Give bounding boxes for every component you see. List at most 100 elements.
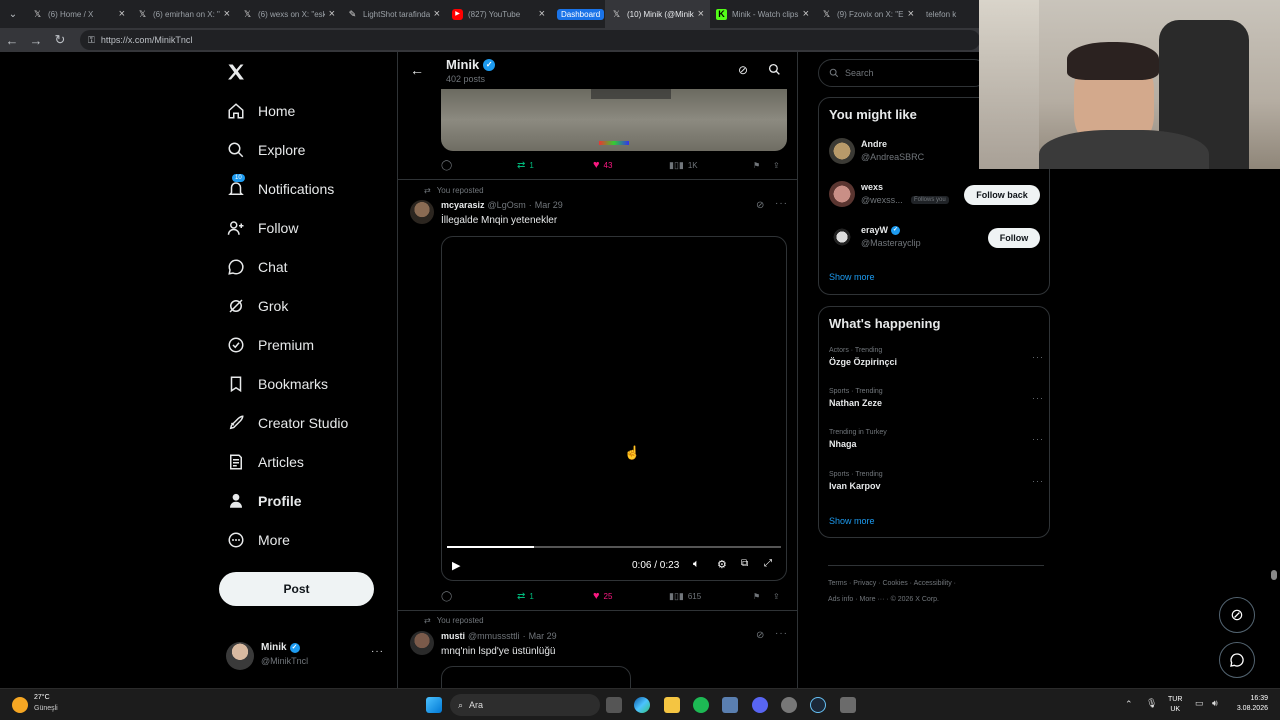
views-button[interactable]: ▮▯▮ 1K <box>669 159 753 171</box>
trend-more-icon[interactable]: ··· <box>1032 434 1044 444</box>
back-arrow-icon[interactable]: ← <box>410 62 424 78</box>
trend-item[interactable]: Actors · Trending Özge Özpirinçci ··· <box>829 347 1044 383</box>
reply-button[interactable]: ◯ <box>441 590 517 602</box>
bookmark-button[interactable]: ⚑ <box>753 159 773 171</box>
reload-icon[interactable]: ↻ <box>48 32 72 48</box>
browser-tab[interactable]: telefon k <box>920 0 980 28</box>
tray-chevron-icon[interactable]: ⌃ <box>1125 699 1133 710</box>
browser-tab[interactable]: ▶ (827) YouTube × <box>446 0 551 28</box>
follow-button[interactable]: Follow <box>988 228 1040 248</box>
close-tab-icon[interactable]: × <box>698 8 704 20</box>
trend-item[interactable]: Sports · Trending Nathan Zeze ··· <box>829 388 1044 424</box>
microphone-icon[interactable]: 🎙︎ <box>1146 698 1157 709</box>
close-tab-icon[interactable]: × <box>224 8 230 20</box>
browser-tab[interactable]: K Minik - Watch clips × <box>710 0 815 28</box>
network-icon[interactable]: ▭ <box>1195 698 1204 709</box>
nav-more[interactable]: More <box>226 525 290 555</box>
grok-fab-button[interactable]: ⊘ <box>1219 597 1255 633</box>
search-icon[interactable] <box>768 63 781 81</box>
calculator-icon[interactable] <box>840 697 856 713</box>
nav-follow[interactable]: Follow <box>226 213 298 243</box>
nav-grok[interactable]: Grok <box>226 291 288 321</box>
show-more-link[interactable]: Show more <box>829 516 875 526</box>
fullscreen-icon[interactable]: ⤢ <box>764 558 772 569</box>
trend-item[interactable]: Trending in Turkey Nhaga ··· <box>829 429 1044 465</box>
discord-icon[interactable] <box>752 697 768 713</box>
close-tab-icon[interactable]: × <box>119 8 125 20</box>
grok-icon[interactable]: ⊘ <box>756 630 764 641</box>
settings-icon[interactable]: ⚙ <box>717 558 727 571</box>
grok-icon[interactable]: ⊘ <box>738 63 748 77</box>
nav-articles[interactable]: Articles <box>226 447 304 477</box>
like-button[interactable]: ♥ 43 <box>593 159 669 171</box>
clock[interactable]: 16:39 3.08.2026 <box>1228 694 1268 714</box>
nav-notifications[interactable]: 10 Notifications <box>226 174 334 204</box>
x-logo-icon[interactable] <box>226 62 246 82</box>
account-more-icon[interactable]: ··· <box>371 646 384 657</box>
close-tab-icon[interactable]: × <box>539 8 545 20</box>
post-date[interactable]: Mar 29 <box>529 631 557 641</box>
tab-list-button[interactable]: ⌄ <box>0 9 26 20</box>
trend-more-icon[interactable]: ··· <box>1032 476 1044 486</box>
nav-profile[interactable]: Profile <box>226 486 302 516</box>
volume-icon[interactable]: 🔊︎ <box>1212 698 1218 709</box>
nav-explore[interactable]: Explore <box>226 135 305 165</box>
post-author-handle[interactable]: @mmusssttli <box>468 631 520 641</box>
post-more-icon[interactable]: ··· <box>775 628 788 639</box>
url-field[interactable]: ⚿ https://x.com/MinikTncl <box>80 30 980 50</box>
video-player[interactable]: ▶ 0:06 / 0:23 🔈︎ ⚙ ⧉ ⤢ <box>441 236 787 581</box>
share-button[interactable]: ⇪ <box>773 590 780 602</box>
search-input[interactable]: Search <box>818 59 988 87</box>
close-tab-icon[interactable]: × <box>434 8 440 20</box>
post-more-icon[interactable]: ··· <box>775 198 788 209</box>
nav-premium[interactable]: Premium <box>226 330 314 360</box>
bookmark-button[interactable]: ⚑ <box>753 590 773 602</box>
show-more-link[interactable]: Show more <box>829 272 875 282</box>
like-button[interactable]: ♥ 25 <box>593 590 669 602</box>
file-explorer-icon[interactable] <box>664 697 680 713</box>
browser-tab-active[interactable]: 𝕏 (10) Minik (@Minik × <box>605 0 710 28</box>
post-media[interactable] <box>441 666 631 688</box>
avatar[interactable] <box>410 631 434 655</box>
task-view-icon[interactable] <box>606 697 622 713</box>
views-button[interactable]: ▮▯▮ 615 <box>669 590 753 602</box>
footer-links[interactable]: Terms · Privacy · Cookies · Accessibilit… <box>828 580 956 587</box>
trend-more-icon[interactable]: ··· <box>1032 393 1044 403</box>
grok-icon[interactable]: ⊘ <box>756 200 764 211</box>
app-icon[interactable] <box>722 697 738 713</box>
browser-tab[interactable]: 𝕏 (6) Home / X × <box>26 0 131 28</box>
trend-more-icon[interactable]: ··· <box>1032 352 1044 362</box>
close-tab-icon[interactable]: × <box>908 8 914 20</box>
browser-tab[interactable]: 𝕏 (9) Fzovix on X: "E × <box>815 0 920 28</box>
close-tab-icon[interactable]: × <box>329 8 335 20</box>
post-button[interactable]: Post <box>219 572 374 606</box>
post-date[interactable]: Mar 29 <box>535 200 563 210</box>
windows-start-icon[interactable] <box>426 697 442 713</box>
footer-links[interactable]: Ads info · More ··· · © 2026 X Corp. <box>828 596 939 603</box>
nav-creator-studio[interactable]: Creator Studio <box>226 408 348 438</box>
nav-bookmarks[interactable]: Bookmarks <box>226 369 328 399</box>
back-icon[interactable]: ← <box>0 33 24 48</box>
browser-tab[interactable]: 𝕏 (6) wexs on X: "esk × <box>236 0 341 28</box>
language-indicator[interactable]: TUR UK <box>1168 695 1182 715</box>
nav-home[interactable]: Home <box>226 96 295 126</box>
forward-icon[interactable]: → <box>24 33 48 48</box>
steam-icon[interactable] <box>810 697 826 713</box>
avatar[interactable] <box>410 200 434 224</box>
account-switcher[interactable]: Minik ✓ @MinikTncl ··· <box>226 640 386 674</box>
play-icon[interactable]: ▶ <box>452 559 460 572</box>
follow-back-button[interactable]: Follow back <box>964 185 1040 205</box>
reply-button[interactable]: ◯ <box>441 159 517 171</box>
post-author-name[interactable]: mcyarasiz <box>441 200 485 210</box>
post-media-image[interactable] <box>441 89 787 151</box>
share-button[interactable]: ⇪ <box>773 159 780 171</box>
pip-icon[interactable]: ⧉ <box>741 558 748 569</box>
repost-button[interactable]: ⇄ 1 <box>517 590 593 602</box>
edge-icon[interactable] <box>634 697 650 713</box>
volume-icon[interactable]: 🔈︎ <box>693 558 700 571</box>
browser-tab[interactable]: 𝕏 (6) emirhan on X: " × <box>131 0 236 28</box>
post-author-handle[interactable]: @LgOsm <box>488 200 526 210</box>
site-info-icon[interactable]: ⚿ <box>88 35 95 46</box>
app-icon[interactable] <box>781 697 797 713</box>
browser-tab-dashboard[interactable]: Dashboard <box>551 0 605 28</box>
